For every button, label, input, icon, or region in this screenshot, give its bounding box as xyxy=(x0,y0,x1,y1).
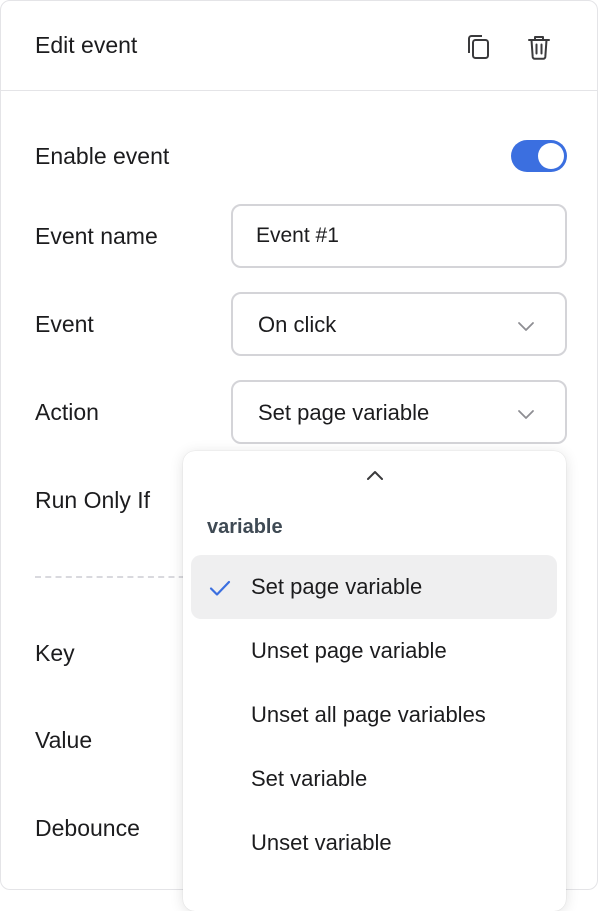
dropdown-item-set-variable[interactable]: Set variable xyxy=(191,747,557,811)
check-icon xyxy=(207,575,233,601)
debounce-label: Debounce xyxy=(35,815,140,841)
panel-header: Edit event xyxy=(1,1,597,91)
enable-event-toggle[interactable] xyxy=(511,140,567,172)
toggle-knob xyxy=(538,143,564,169)
dropdown-item-unset-variable[interactable]: Unset variable xyxy=(191,811,557,875)
action-select-value: Set page variable xyxy=(258,400,430,425)
dropdown-item-unset-all-page-variables[interactable]: Unset all page variables xyxy=(191,683,557,747)
event-label: Event xyxy=(35,311,94,337)
event-select-value: On click xyxy=(258,312,337,337)
dropdown-item-label: Set variable xyxy=(251,766,368,791)
chevron-up-icon[interactable] xyxy=(363,463,387,487)
dropdown-item-set-page-variable[interactable]: Set page variable xyxy=(191,555,557,619)
dropdown-group-label: variable xyxy=(207,516,283,538)
section-divider xyxy=(35,576,195,578)
chevron-down-icon xyxy=(515,315,537,337)
panel-title: Edit event xyxy=(35,32,138,58)
value-label: Value xyxy=(35,727,93,753)
dropdown-item-label: Set page variable xyxy=(251,574,423,599)
run-only-if-label: Run Only If xyxy=(35,487,151,513)
event-name-field xyxy=(231,204,567,268)
dropdown-item-label: Unset all page variables xyxy=(251,702,486,727)
copy-icon[interactable] xyxy=(463,31,495,63)
event-name-label: Event name xyxy=(35,223,158,249)
action-select[interactable]: Set page variable xyxy=(231,380,567,444)
trash-icon[interactable] xyxy=(523,31,555,63)
event-select[interactable]: On click xyxy=(231,292,567,356)
chevron-down-icon xyxy=(515,403,537,425)
dropdown-item-label: Unset variable xyxy=(251,830,392,855)
key-label: Key xyxy=(35,640,75,666)
dropdown-item-unset-page-variable[interactable]: Unset page variable xyxy=(191,619,557,683)
action-dropdown-menu: variable Set page variable Unset page va… xyxy=(183,451,566,911)
action-label: Action xyxy=(35,399,99,425)
dropdown-item-label: Unset page variable xyxy=(251,638,447,663)
event-name-input[interactable] xyxy=(256,220,546,252)
enable-event-label: Enable event xyxy=(35,143,170,169)
